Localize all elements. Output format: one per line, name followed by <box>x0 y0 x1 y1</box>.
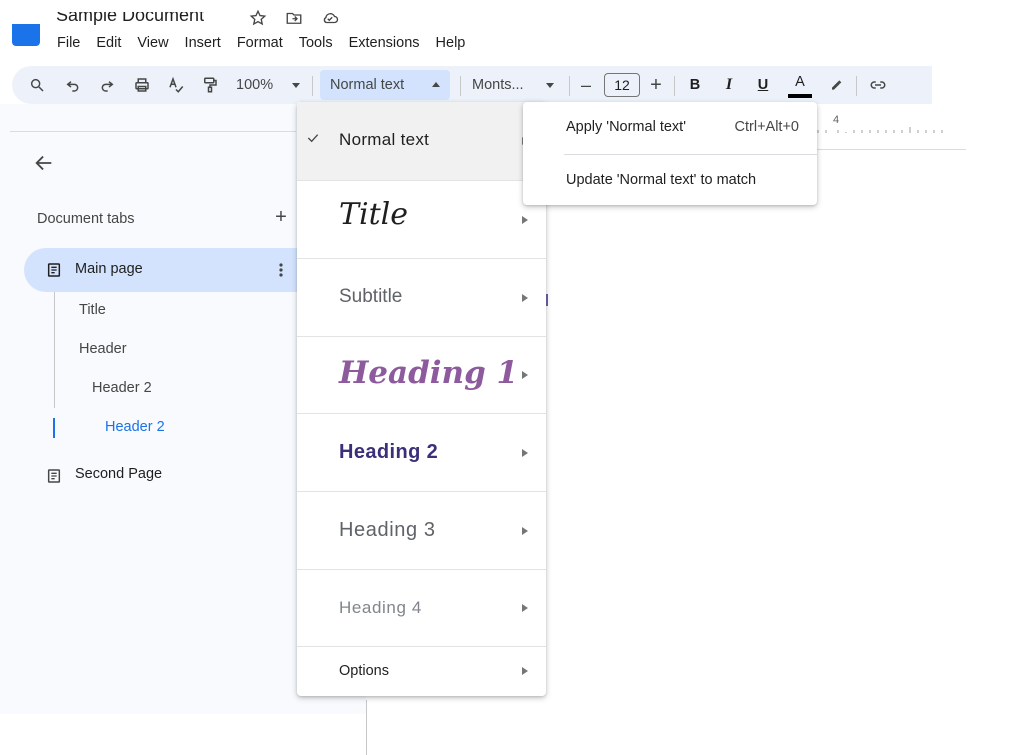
app-window: Sample Document File Edit View Insert Fo… <box>0 0 1024 755</box>
style-item-heading-1[interactable]: Heading 1 <box>297 337 546 414</box>
chevron-down-icon <box>546 83 554 88</box>
style-item-subtitle[interactable]: Subtitle <box>297 259 546 337</box>
undo-icon[interactable] <box>62 66 84 104</box>
back-arrow-icon[interactable] <box>33 152 55 174</box>
menu-tools[interactable]: Tools <box>299 33 341 53</box>
submenu-arrow-icon <box>522 527 528 535</box>
toolbar-divider <box>569 76 570 96</box>
menu-insert[interactable]: Insert <box>185 33 229 53</box>
style-label: Heading 4 <box>339 598 422 617</box>
highlight-icon[interactable] <box>826 66 846 104</box>
font-select[interactable]: Monts... <box>472 70 556 100</box>
style-item-heading-3[interactable]: Heading 3 <box>297 492 546 570</box>
toolbar-divider <box>460 76 461 96</box>
outline-item-header-2-active[interactable]: Header 2 <box>105 419 165 435</box>
ruler-mark-label: 4 <box>833 114 840 126</box>
menu-bar: File Edit View Insert Format Tools Exten… <box>57 33 481 53</box>
normal-text-submenu: Apply 'Normal text' Ctrl+Alt+0 Update 'N… <box>523 102 817 205</box>
star-icon[interactable] <box>248 8 268 28</box>
text-color-letter: A <box>795 74 805 90</box>
style-label: Subtitle <box>339 286 403 307</box>
toolbar-divider <box>674 76 675 96</box>
outline-active-indicator <box>53 418 55 438</box>
apply-label: Apply 'Normal text' <box>566 119 686 135</box>
tab-label: Second Page <box>75 466 163 482</box>
outline-item-title[interactable]: Title <box>79 302 106 318</box>
check-icon <box>307 134 319 143</box>
link-icon[interactable] <box>866 66 890 104</box>
update-normal-text-item[interactable]: Update 'Normal text' to match <box>523 155 817 205</box>
style-label: Title <box>339 197 409 232</box>
style-item-options[interactable]: Options <box>297 647 546 696</box>
chevron-up-icon <box>432 82 440 87</box>
chevron-down-icon <box>292 83 300 88</box>
menu-view[interactable]: View <box>137 33 176 53</box>
cloud-status-icon[interactable] <box>320 8 340 28</box>
submenu-arrow-icon <box>522 449 528 457</box>
style-label: Heading 2 <box>339 441 439 463</box>
panel-title: Document tabs <box>37 211 135 227</box>
tab-label: Main page <box>75 261 143 277</box>
submenu-arrow-icon <box>522 604 528 612</box>
submenu-arrow-icon <box>522 294 528 302</box>
italic-button[interactable]: I <box>720 66 738 104</box>
style-item-title[interactable]: Title <box>297 181 546 259</box>
spellcheck-icon[interactable] <box>164 66 188 104</box>
page-edge <box>366 700 367 755</box>
zoom-select[interactable]: 100% <box>236 70 306 100</box>
submenu-arrow-icon <box>522 216 528 224</box>
apply-shortcut: Ctrl+Alt+0 <box>734 119 799 135</box>
tab-main-page[interactable]: Main page <box>24 248 298 292</box>
text-color-bar <box>788 94 812 98</box>
zoom-value: 100% <box>236 77 274 93</box>
text-color-button[interactable]: A <box>788 66 812 104</box>
print-icon[interactable] <box>130 66 154 104</box>
style-label: Options <box>339 663 389 679</box>
paragraph-style-value: Normal text <box>330 77 405 93</box>
menu-file[interactable]: File <box>57 33 88 53</box>
toolbar-divider <box>312 76 313 96</box>
more-options-icon[interactable] <box>277 260 285 280</box>
style-item-heading-4[interactable]: Heading 4 <box>297 570 546 647</box>
menu-extensions[interactable]: Extensions <box>349 33 428 53</box>
submenu-arrow-icon <box>522 371 528 379</box>
redo-icon[interactable] <box>96 66 118 104</box>
outline-item-header[interactable]: Header <box>79 341 127 357</box>
paragraph-style-select[interactable]: Normal text <box>320 70 450 100</box>
increase-font-size-button[interactable]: + <box>646 66 666 104</box>
style-label: Normal text <box>339 130 430 149</box>
docs-logo[interactable] <box>12 24 40 46</box>
menu-edit[interactable]: Edit <box>96 33 129 53</box>
style-label: Heading 3 <box>339 519 436 541</box>
apply-normal-text-item[interactable]: Apply 'Normal text' Ctrl+Alt+0 <box>523 102 817 154</box>
paragraph-styles-menu: Normal text Title Subtitle Heading 1 Hea… <box>297 102 546 696</box>
add-tab-button[interactable]: + <box>271 207 291 227</box>
document-icon <box>46 468 62 489</box>
font-size-input[interactable]: 12 <box>604 73 640 97</box>
font-value: Monts... <box>472 77 524 93</box>
paint-format-icon[interactable] <box>198 66 222 104</box>
search-menus-icon[interactable] <box>26 66 48 104</box>
bold-button[interactable]: B <box>686 66 704 104</box>
menu-format[interactable]: Format <box>237 33 291 53</box>
underline-button[interactable]: U <box>754 66 772 104</box>
panel-divider <box>10 131 296 132</box>
document-icon <box>46 262 62 283</box>
style-item-heading-2[interactable]: Heading 2 <box>297 414 546 492</box>
title-actions <box>248 8 340 28</box>
outline-guide <box>54 292 55 408</box>
move-folder-icon[interactable] <box>284 8 304 28</box>
decrease-font-size-button[interactable]: – <box>576 66 596 104</box>
style-label: Heading 1 <box>339 355 519 391</box>
menu-help[interactable]: Help <box>436 33 474 53</box>
toolbar-divider <box>856 76 857 96</box>
outline-item-header-2[interactable]: Header 2 <box>92 380 152 396</box>
submenu-arrow-icon <box>522 667 528 675</box>
update-label: Update 'Normal text' to match <box>566 172 757 188</box>
style-item-normal-text[interactable]: Normal text <box>297 102 546 181</box>
